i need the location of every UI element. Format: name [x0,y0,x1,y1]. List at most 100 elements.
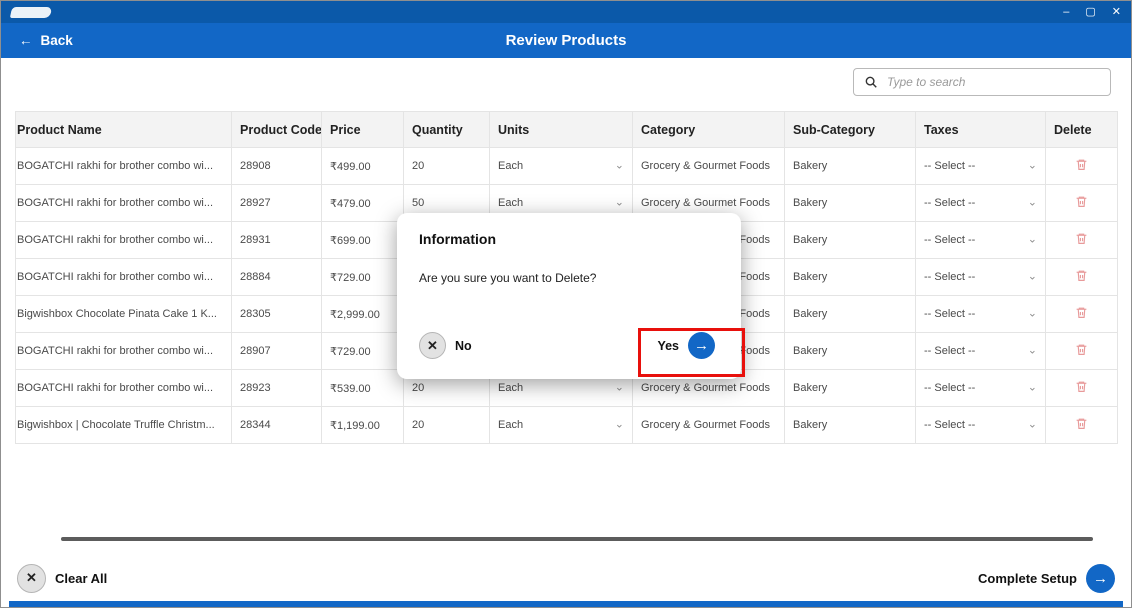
taxes-dropdown[interactable]: -- Select -- ⌄ [916,185,1046,222]
page-title: Review Products [1,23,1131,58]
delete-icon[interactable] [1075,379,1088,397]
cell-price: ₹699.00 [322,222,404,259]
column-header: Category [633,112,785,148]
clear-all-x-icon: ✕ [17,564,46,593]
delete-icon[interactable] [1075,231,1088,249]
cell-sub-category: Bakery [785,407,916,444]
cell-sub-category: Bakery [785,185,916,222]
cell-sub-category: Bakery [785,370,916,407]
cell-price: ₹479.00 [322,185,404,222]
cell-quantity: 20 [404,148,490,185]
cell-price: ₹729.00 [322,259,404,296]
cell-price: ₹499.00 [322,148,404,185]
chevron-down-icon: ⌄ [1028,195,1037,208]
delete-icon[interactable] [1075,416,1088,434]
chevron-down-icon: ⌄ [1028,158,1037,171]
dialog-yes-button[interactable]: Yes → [657,332,715,359]
chevron-down-icon: ⌄ [1028,417,1037,430]
table-row: Bigwishbox | Chocolate Truffle Christm..… [16,407,1118,444]
taxes-dropdown[interactable]: -- Select -- ⌄ [916,407,1046,444]
chevron-down-icon: ⌄ [1028,380,1037,393]
clear-all-button[interactable]: ✕ Clear All [17,564,107,593]
cell-delete [1046,407,1118,444]
cell-delete [1046,222,1118,259]
dialog-title: Information [419,231,719,247]
no-x-icon: ✕ [419,332,446,359]
cell-category: Grocery & Gourmet Foods [633,148,785,185]
table-row: BOGATCHI rakhi for brother combo wi... 2… [16,148,1118,185]
taxes-dropdown[interactable]: -- Select -- ⌄ [916,296,1046,333]
column-header: Product Code [232,112,322,148]
units-dropdown[interactable]: Each ⌄ [490,407,633,444]
cell-delete [1046,259,1118,296]
cell-product-code: 28305 [232,296,322,333]
chevron-down-icon: ⌄ [1028,343,1037,356]
cell-product-name: Bigwishbox Chocolate Pinata Cake 1 K... [16,296,232,333]
cell-product-name: BOGATCHI rakhi for brother combo wi... [16,148,232,185]
chevron-down-icon: ⌄ [1028,269,1037,282]
cell-delete [1046,296,1118,333]
delete-icon[interactable] [1075,268,1088,286]
column-header: Price [322,112,404,148]
cell-product-name: BOGATCHI rakhi for brother combo wi... [16,259,232,296]
search-input[interactable] [887,75,1100,89]
chevron-down-icon: ⌄ [615,417,624,430]
taxes-dropdown[interactable]: -- Select -- ⌄ [916,333,1046,370]
cell-product-name: BOGATCHI rakhi for brother combo wi... [16,370,232,407]
app-logo-icon [10,7,52,18]
cell-delete [1046,370,1118,407]
complete-setup-arrow-icon: → [1086,564,1115,593]
cell-price: ₹1,199.00 [322,407,404,444]
cell-price: ₹2,999.00 [322,296,404,333]
delete-icon[interactable] [1075,157,1088,175]
cell-sub-category: Bakery [785,259,916,296]
column-header: Delete [1046,112,1118,148]
column-header: Taxes [916,112,1046,148]
cell-product-name: BOGATCHI rakhi for brother combo wi... [16,333,232,370]
cell-category: Grocery & Gourmet Foods [633,407,785,444]
taxes-dropdown[interactable]: -- Select -- ⌄ [916,259,1046,296]
column-header: Units [490,112,633,148]
dialog-message: Are you sure you want to Delete? [419,271,719,285]
cell-sub-category: Bakery [785,222,916,259]
delete-icon[interactable] [1075,305,1088,323]
maximize-button[interactable]: ▢ [1085,1,1095,23]
cell-delete [1046,333,1118,370]
dialog-no-button[interactable]: ✕ No [419,332,472,359]
chevron-down-icon: ⌄ [1028,306,1037,319]
complete-setup-button[interactable]: Complete Setup → [978,564,1115,593]
taxes-dropdown[interactable]: -- Select -- ⌄ [916,222,1046,259]
search-icon [864,75,878,89]
cell-quantity: 20 [404,407,490,444]
units-dropdown[interactable]: Each ⌄ [490,148,633,185]
delete-icon[interactable] [1075,342,1088,360]
horizontal-scrollbar[interactable] [61,537,1093,541]
delete-icon[interactable] [1075,194,1088,212]
footer-bar: ✕ Clear All Complete Setup → [1,557,1131,599]
confirm-dialog: Information Are you sure you want to Del… [397,213,741,379]
no-label: No [455,339,472,353]
clear-all-label: Clear All [55,571,107,586]
cell-sub-category: Bakery [785,148,916,185]
cell-sub-category: Bakery [785,296,916,333]
cell-product-code: 28344 [232,407,322,444]
minimize-button[interactable]: – [1063,1,1069,23]
app-window: – ▢ ✕ ← Back Review Products Product Nam… [0,0,1132,608]
chevron-down-icon: ⌄ [1028,232,1037,245]
header-bar: ← Back Review Products [1,23,1131,58]
column-header: Quantity [404,112,490,148]
close-button[interactable]: ✕ [1112,1,1121,23]
cell-product-code: 28927 [232,185,322,222]
yes-label: Yes [657,339,679,353]
table-header-row: Product NameProduct CodePriceQuantityUni… [16,112,1118,148]
search-box[interactable] [853,68,1111,96]
cell-product-code: 28931 [232,222,322,259]
taxes-dropdown[interactable]: -- Select -- ⌄ [916,370,1046,407]
chevron-down-icon: ⌄ [615,158,624,171]
complete-setup-label: Complete Setup [978,571,1077,586]
column-header: Product Name [16,112,232,148]
cell-sub-category: Bakery [785,333,916,370]
taxes-dropdown[interactable]: -- Select -- ⌄ [916,148,1046,185]
cell-product-name: BOGATCHI rakhi for brother combo wi... [16,222,232,259]
bottom-accent-strip [9,601,1123,607]
